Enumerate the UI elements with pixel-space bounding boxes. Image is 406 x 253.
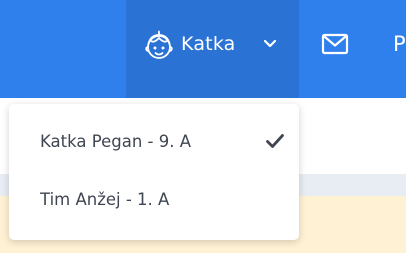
- page: Katka P Katka Pegan - 9. A Tim Anžej - 1…: [0, 0, 406, 253]
- child-avatar-icon: [145, 30, 173, 59]
- user-name-label: Katka: [181, 33, 236, 55]
- mail-icon[interactable]: [321, 32, 349, 56]
- chevron-down-icon: [263, 39, 277, 48]
- dropdown-item-label: Katka Pegan - 9. A: [40, 132, 192, 151]
- top-navbar: Katka P: [0, 0, 406, 98]
- dropdown-item-katka-pegan[interactable]: Katka Pegan - 9. A: [9, 118, 299, 168]
- user-menu-toggle[interactable]: Katka: [126, 0, 299, 98]
- check-icon: [266, 134, 284, 148]
- nav-item-clipped-label[interactable]: P: [393, 30, 406, 58]
- dropdown-item-tim-anzej[interactable]: Tim Anžej - 1. A: [9, 176, 299, 226]
- user-dropdown-menu: Katka Pegan - 9. A Tim Anžej - 1. A: [9, 104, 299, 240]
- dropdown-item-label: Tim Anžej - 1. A: [40, 190, 170, 209]
